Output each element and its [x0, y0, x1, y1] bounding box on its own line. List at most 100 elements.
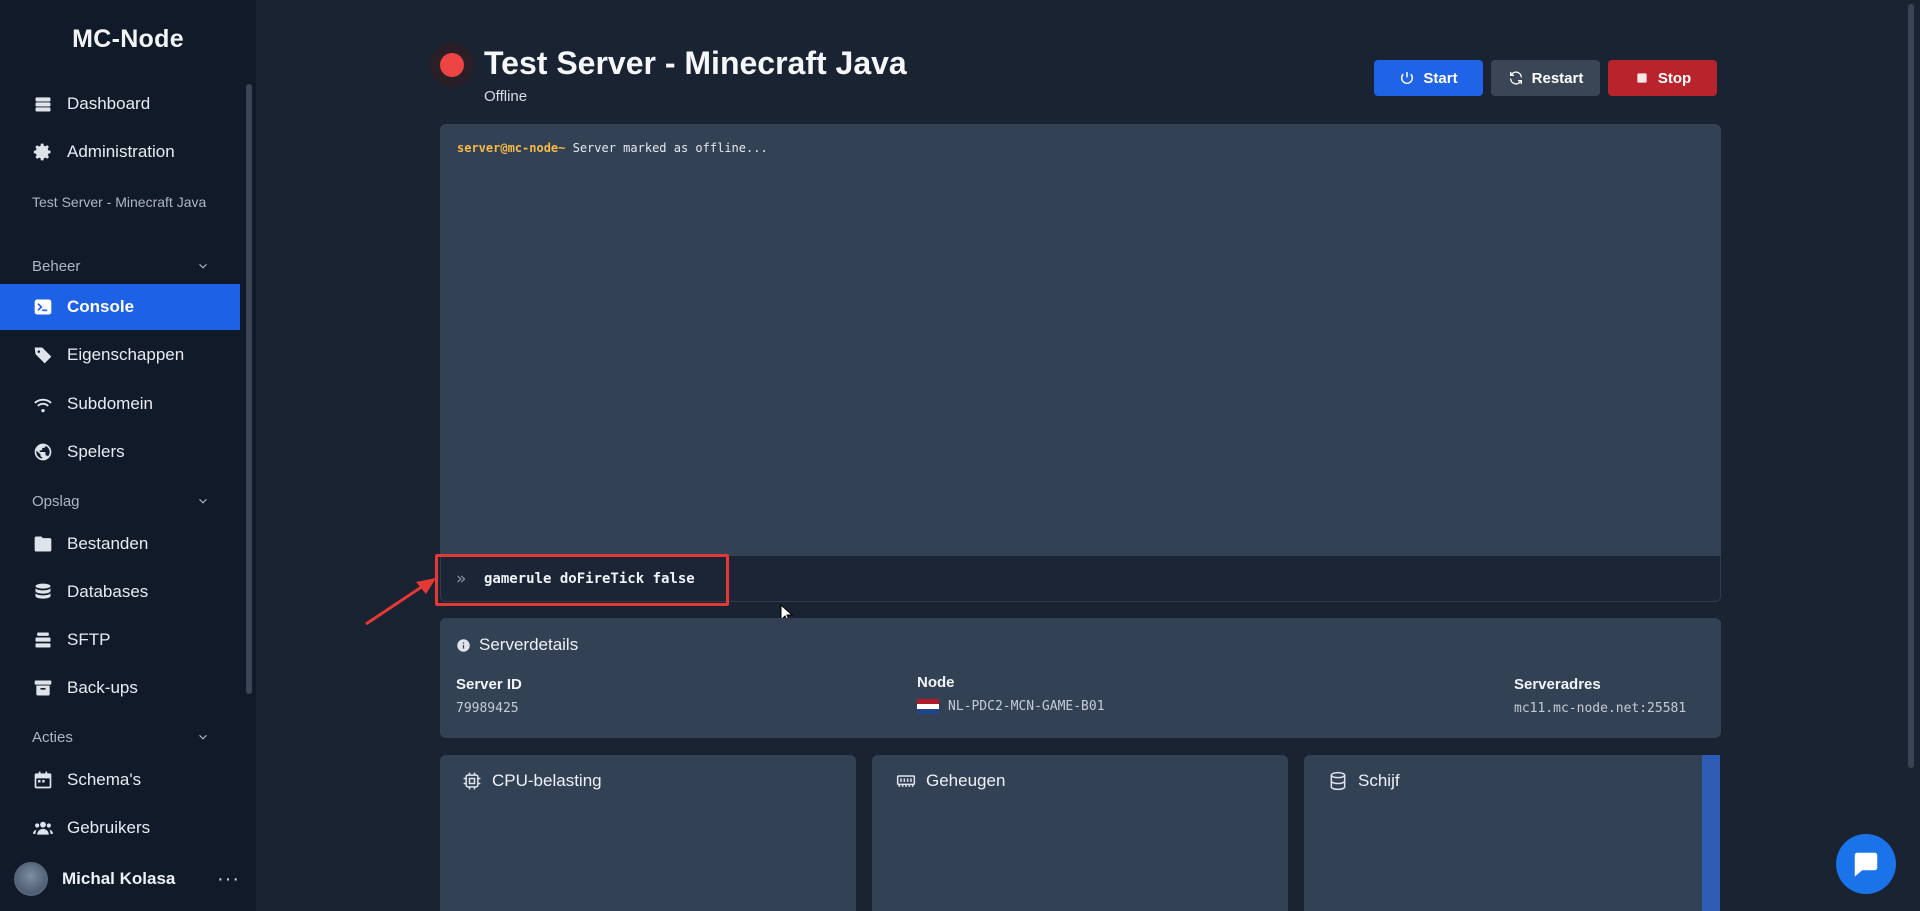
disk-title: Schijf	[1328, 771, 1400, 791]
sidebar-item-console[interactable]: Console	[0, 284, 240, 330]
archive-icon	[32, 677, 54, 699]
address-value[interactable]: mc11.mc-node.net:25581	[1514, 701, 1686, 716]
sidebar-item-label: SFTP	[67, 630, 111, 649]
cpu-card: CPU-belasting	[440, 755, 856, 911]
sidebar-item-label: Dashboard	[67, 94, 151, 113]
sidebar-item-gebruikers[interactable]: Gebruikers	[0, 805, 240, 851]
server-id-field: Server ID 79989425	[456, 676, 522, 716]
sidebar-item-administration[interactable]: Administration	[0, 129, 240, 175]
users-icon	[32, 817, 54, 839]
sidebar: MC-Node Dashboard Administration Test Se…	[0, 0, 256, 911]
highlight-annotation	[435, 554, 729, 606]
console-message: Server marked as offline...	[565, 141, 768, 155]
console-prompt: server@mc-node~	[457, 141, 566, 155]
gear-icon	[32, 141, 54, 163]
server-icon	[32, 93, 54, 115]
terminal-icon	[32, 296, 54, 318]
console-line: server@mc-node~ Server marked as offline…	[457, 141, 768, 155]
cpu-title: CPU-belasting	[462, 771, 602, 791]
memory-card: Geheugen	[872, 755, 1288, 911]
sidebar-item-dashboard[interactable]: Dashboard	[0, 81, 240, 127]
stop-label: Stop	[1657, 69, 1692, 87]
cpu-label: CPU-belasting	[492, 771, 602, 790]
sidebar-item-label: Administration	[67, 142, 175, 161]
disk-icon	[1330, 771, 1346, 791]
memory-title: Geheugen	[896, 771, 1005, 791]
chevron-down-icon	[199, 263, 207, 269]
sidebar-item-spelers[interactable]: Spelers	[0, 429, 240, 475]
sidebar-item-label: Console	[67, 297, 135, 316]
brand-logo[interactable]: MC-Node	[0, 0, 256, 78]
section-opslag[interactable]: Opslag	[32, 489, 210, 513]
sidebar-item-label: Databases	[67, 582, 149, 601]
page-title: Test Server - Minecraft Java	[484, 45, 907, 81]
sidebar-item-label: Schema's	[67, 770, 142, 789]
sidebar-scrollbar[interactable]	[246, 84, 252, 694]
main-scrollbar[interactable]	[1908, 4, 1914, 768]
sidebar-item-label: Bestanden	[67, 534, 149, 553]
annotation-arrow-icon	[365, 578, 436, 626]
layers-icon	[32, 629, 54, 651]
server-details-panel: Serverdetails Server ID 79989425 Node NL…	[440, 618, 1721, 738]
node-value: NL-PDC2-MCN-GAME-B01	[917, 699, 1105, 714]
server-status: Offline	[484, 88, 528, 105]
sidebar-item-bestanden[interactable]: Bestanden	[0, 521, 240, 567]
server-id-label: Server ID	[456, 676, 522, 693]
disk-card: Schijf	[1304, 755, 1720, 911]
sidebar-item-eigenschappen[interactable]: Eigenschappen	[0, 332, 240, 378]
database-icon	[32, 581, 54, 603]
address-field: Serveradres mc11.mc-node.net:25581	[1514, 676, 1686, 716]
disk-card-accent	[1702, 755, 1720, 911]
section-beheer[interactable]: Beheer	[32, 254, 210, 278]
section-label: Beheer	[32, 257, 81, 275]
stop-icon	[1637, 73, 1647, 83]
tag-icon	[32, 344, 54, 366]
sidebar-item-label: Spelers	[67, 442, 125, 461]
chat-button[interactable]	[1836, 834, 1896, 894]
status-dot-icon	[440, 53, 464, 77]
chevron-down-icon	[199, 498, 207, 504]
section-acties[interactable]: Acties	[32, 725, 210, 749]
chat-icon	[1854, 852, 1878, 877]
restart-label: Restart	[1531, 69, 1584, 87]
sidebar-item-schemas[interactable]: Schema's	[0, 757, 240, 803]
details-title-label: Serverdetails	[479, 635, 579, 654]
start-label: Start	[1423, 69, 1458, 87]
address-label: Serveradres	[1514, 676, 1601, 693]
globe-icon	[32, 441, 54, 463]
server-id-value: 79989425	[456, 701, 519, 716]
node-label: Node	[917, 674, 955, 691]
user-menu[interactable]: Michal Kolasa ···	[14, 862, 240, 896]
node-field: Node NL-PDC2-MCN-GAME-B01	[917, 674, 1105, 714]
user-name: Michal Kolasa	[62, 869, 176, 888]
netherlands-flag-icon	[917, 699, 939, 714]
chevron-down-icon	[199, 734, 207, 740]
sidebar-item-label: Subdomein	[67, 394, 154, 413]
console-output[interactable]: server@mc-node~ Server marked as offline…	[440, 124, 1721, 556]
status-indicator	[430, 43, 474, 87]
sidebar-item-subdomein[interactable]: Subdomein	[0, 381, 240, 427]
stop-button[interactable]: Stop	[1608, 60, 1717, 96]
sidebar-item-label: Eigenschappen	[67, 345, 185, 364]
sidebar-item-sftp[interactable]: SFTP	[0, 617, 240, 663]
wifi-icon	[32, 393, 54, 415]
sidebar-item-label: Gebruikers	[67, 818, 151, 837]
refresh-icon	[1509, 71, 1522, 85]
disk-label: Schijf	[1358, 771, 1400, 790]
power-icon	[1401, 72, 1414, 84]
section-label: Opslag	[32, 492, 80, 510]
server-label: Test Server - Minecraft Java	[32, 194, 207, 210]
details-title: Serverdetails	[456, 635, 578, 655]
sidebar-item-label: Back-ups	[67, 678, 138, 697]
memory-label: Geheugen	[926, 771, 1006, 790]
sidebar-item-databases[interactable]: Databases	[0, 569, 240, 615]
section-label: Acties	[32, 728, 73, 746]
cpu-icon	[463, 772, 481, 790]
sidebar-item-backups[interactable]: Back-ups	[0, 665, 240, 711]
more-options-icon[interactable]: ···	[217, 868, 240, 891]
calendar-icon	[32, 769, 54, 791]
memory-icon	[896, 775, 916, 787]
info-icon	[457, 638, 470, 652]
start-button[interactable]: Start	[1374, 60, 1483, 96]
restart-button[interactable]: Restart	[1491, 60, 1600, 96]
